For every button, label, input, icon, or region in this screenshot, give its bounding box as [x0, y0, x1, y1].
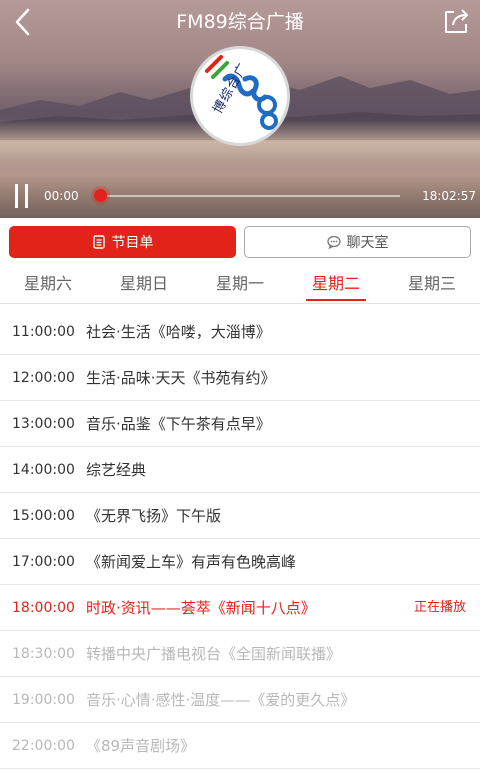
program-row[interactable]: 18:30:00 转播中央广播电视台《全国新闻联播》 [0, 631, 480, 677]
progress-bar[interactable] [100, 195, 400, 197]
pause-button[interactable] [12, 184, 32, 208]
program-row[interactable]: 12:00:00 生活·品味·天天《书苑有约》 [0, 355, 480, 401]
current-time: 00:00 [44, 189, 79, 203]
now-playing-badge: 正在播放 [413, 600, 466, 615]
program-name: 《89声音剧场》 [86, 737, 196, 755]
player-header: FM89综合广播 博综合广 00:00 18:02:57 [0, 0, 480, 218]
day-tab[interactable]: 星期三 [384, 264, 480, 304]
schedule-button-label: 节目单 [111, 235, 154, 251]
program-name: 时政·资讯——荟萃《新闻十八点》 [86, 599, 316, 617]
progress-thumb[interactable] [94, 189, 107, 202]
day-tab[interactable]: 星期六 [0, 264, 96, 304]
program-row[interactable]: 19:00:00 音乐·心情·感性·温度——《爱的更久点》 [0, 677, 480, 723]
day-tab[interactable]: 星期二 [288, 264, 384, 304]
share-icon [445, 9, 468, 33]
chat-button[interactable]: 聊天室 [244, 226, 471, 258]
program-time: 13:00:00 [12, 416, 75, 432]
program-row[interactable]: 17:00:00 《新闻爱上车》有声有色晚高峰 [0, 539, 480, 585]
program-name: 音乐·心情·感性·温度——《爱的更久点》 [86, 691, 356, 709]
program-name: 转播中央广播电视台《全国新闻联播》 [86, 645, 342, 663]
back-button[interactable] [8, 6, 40, 38]
pause-bar-right [25, 184, 28, 208]
day-tabs: 星期六 星期日 星期一 星期二 星期三 [0, 264, 480, 304]
active-day-indicator [306, 299, 366, 301]
program-name: 社会·生活《哈喽，大淄博》 [86, 323, 271, 341]
chat-icon [326, 235, 341, 249]
program-row[interactable]: 22:00:00 《89声音剧场》 [0, 723, 480, 769]
program-name: 综艺经典 [86, 461, 147, 479]
program-time: 18:00:00 [12, 600, 75, 616]
station-logo: 博综合广 [190, 46, 290, 146]
program-time: 22:00:00 [12, 738, 75, 754]
program-name: 音乐·品鉴《下午茶有点早》 [86, 415, 271, 433]
program-time: 11:00:00 [12, 324, 75, 340]
pause-bar-left [15, 184, 18, 208]
list-icon [92, 235, 105, 249]
program-row-live[interactable]: 18:00:00 时政·资讯——荟萃《新闻十八点》 正在播放 [0, 585, 480, 631]
program-time: 15:00:00 [12, 508, 75, 524]
share-button[interactable] [440, 6, 472, 38]
program-time: 14:00:00 [12, 462, 75, 478]
schedule-button[interactable]: 节目单 [9, 226, 236, 258]
program-time: 18:30:00 [12, 646, 75, 662]
chat-button-label: 聊天室 [346, 235, 389, 251]
program-name: 《无界飞扬》下午版 [86, 507, 222, 525]
program-row[interactable]: 11:00:00 社会·生活《哈喽，大淄博》 [0, 309, 480, 355]
program-list: 11:00:00 社会·生活《哈喽，大淄博》 12:00:00 生活·品味·天天… [0, 309, 480, 770]
program-row[interactable]: 13:00:00 音乐·品鉴《下午茶有点早》 [0, 401, 480, 447]
program-name: 生活·品味·天天《书苑有约》 [86, 369, 276, 387]
total-time: 18:02:57 [422, 189, 476, 203]
program-row[interactable]: 15:00:00 《无界飞扬》下午版 [0, 493, 480, 539]
program-time: 12:00:00 [12, 370, 75, 386]
chevron-left-icon [15, 8, 30, 36]
shore-shadow [0, 150, 480, 218]
program-time: 17:00:00 [12, 554, 75, 570]
day-tab[interactable]: 星期日 [96, 264, 192, 304]
page-title: FM89综合广播 [176, 11, 304, 33]
day-tab[interactable]: 星期一 [192, 264, 288, 304]
program-name: 《新闻爱上车》有声有色晚高峰 [86, 553, 297, 571]
program-time: 19:00:00 [12, 692, 75, 708]
program-row[interactable]: 14:00:00 综艺经典 [0, 447, 480, 493]
